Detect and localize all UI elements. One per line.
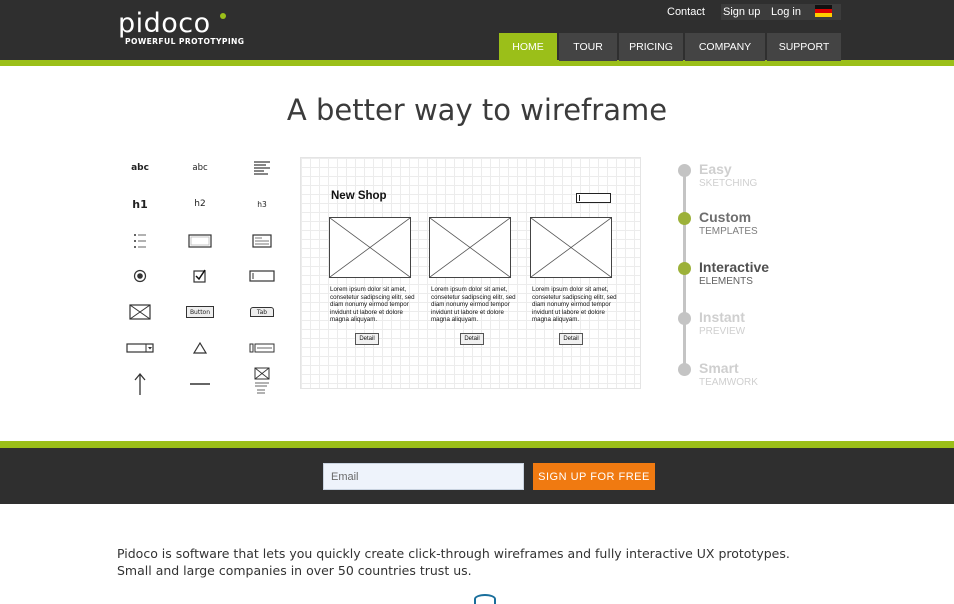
triangle-icon xyxy=(182,335,218,361)
mockup-search-field xyxy=(576,193,611,203)
contact-link[interactable]: Contact xyxy=(667,6,705,22)
nav-pricing[interactable]: PRICING xyxy=(619,33,683,61)
customer-logo-icon xyxy=(474,594,496,604)
image-placeholder-icon xyxy=(330,218,410,277)
list-icon xyxy=(122,228,158,254)
tab-icon-label: Tab xyxy=(250,307,274,317)
step-dot-interactive[interactable] xyxy=(678,262,691,275)
step-subtitle-instant: PREVIEW xyxy=(699,326,746,337)
login-link[interactable]: Log in xyxy=(771,6,801,22)
product-description-2: Lorem ipsum dolor sit amet, consetetur s… xyxy=(431,286,516,324)
tab-icon: Tab xyxy=(244,299,280,325)
step-title-smart[interactable]: Smart xyxy=(699,360,739,376)
step-title-custom[interactable]: Custom xyxy=(699,209,751,225)
step-dot-instant[interactable] xyxy=(678,312,691,325)
step-title-instant[interactable]: Instant xyxy=(699,309,745,325)
input-box-icon xyxy=(182,228,218,254)
image-placeholder-icon xyxy=(531,218,611,277)
main-nav: HOME TOUR PRICING COMPANY SUPPORT xyxy=(499,33,843,61)
arrow-up-icon xyxy=(122,371,158,397)
text-icon: abc xyxy=(122,155,158,181)
product-detail-button-2: Detail xyxy=(460,333,484,345)
product-image-1 xyxy=(329,217,411,278)
h2-icon-label: h2 xyxy=(194,199,206,209)
step-title-easy[interactable]: Easy xyxy=(699,161,732,177)
nav-support[interactable]: SUPPORT xyxy=(767,33,841,61)
button-icon: Button xyxy=(182,299,218,325)
text-small-icon: abc xyxy=(182,155,218,181)
dropdown-icon xyxy=(122,335,158,361)
signup-link[interactable]: Sign up xyxy=(723,6,760,22)
signup-for-free-button[interactable]: SIGN UP FOR FREE xyxy=(533,463,655,490)
step-dot-easy[interactable] xyxy=(678,164,691,177)
step-dot-custom[interactable] xyxy=(678,212,691,225)
about-text: Pidoco is software that lets you quickly… xyxy=(117,545,837,579)
product-description-3: Lorem ipsum dolor sit amet, consetetur s… xyxy=(532,286,617,324)
product-image-3 xyxy=(530,217,612,278)
card-icon xyxy=(244,228,280,254)
hero-title: A better way to wireframe xyxy=(286,93,668,127)
nav-home[interactable]: HOME xyxy=(499,33,557,61)
h3-icon-label: h3 xyxy=(257,199,267,209)
step-subtitle-easy: SKETCHING xyxy=(699,178,758,189)
slider-icon xyxy=(244,335,280,361)
image-placeholder-icon xyxy=(430,218,510,277)
product-description-1: Lorem ipsum dolor sit amet, consetetur s… xyxy=(330,286,415,324)
email-field[interactable] xyxy=(323,463,524,490)
about-line-2: Small and large companies in over 50 cou… xyxy=(117,563,472,578)
checkbox-icon xyxy=(182,263,218,289)
step-title-interactive[interactable]: Interactive xyxy=(699,259,769,275)
radio-icon xyxy=(122,263,158,289)
logo-dot-icon xyxy=(220,13,226,19)
product-detail-button-3: Detail xyxy=(559,333,583,345)
h1-icon: h1 xyxy=(122,191,158,217)
paragraph-icon xyxy=(244,155,280,181)
germany-flag-icon[interactable] xyxy=(815,5,832,17)
pidoco-logo[interactable]: pidoco POWERFUL PROTOTYPING xyxy=(118,10,245,47)
textfield-icon xyxy=(244,263,280,289)
signup-accent-stripe xyxy=(0,441,954,448)
step-subtitle-interactive: ELEMENTS xyxy=(699,276,753,287)
step-subtitle-smart: TEAMWORK xyxy=(699,377,758,388)
h1-icon-label: h1 xyxy=(132,197,148,211)
button-icon-label: Button xyxy=(186,306,214,318)
product-image-2 xyxy=(429,217,511,278)
h2-icon: h2 xyxy=(182,191,218,217)
h3-icon: h3 xyxy=(244,191,280,217)
step-subtitle-custom: TEMPLATES xyxy=(699,226,758,237)
text-icon-label: abc xyxy=(131,163,149,173)
image-placeholder-icon xyxy=(122,299,158,325)
text-small-icon-label: abc xyxy=(192,163,208,173)
about-line-1: Pidoco is software that lets you quickly… xyxy=(117,546,790,561)
logo-tagline: POWERFUL PROTOTYPING xyxy=(125,37,245,46)
nav-tour[interactable]: TOUR xyxy=(559,33,617,61)
page-icon xyxy=(244,367,280,395)
product-detail-button-1: Detail xyxy=(355,333,379,345)
widget-palette: abc abc h1 h2 h3 Button Tab xyxy=(120,155,290,405)
nav-company[interactable]: COMPANY xyxy=(685,33,765,61)
line-icon xyxy=(182,371,218,397)
mockup-shop-title: New Shop xyxy=(331,190,387,202)
step-dot-smart[interactable] xyxy=(678,363,691,376)
